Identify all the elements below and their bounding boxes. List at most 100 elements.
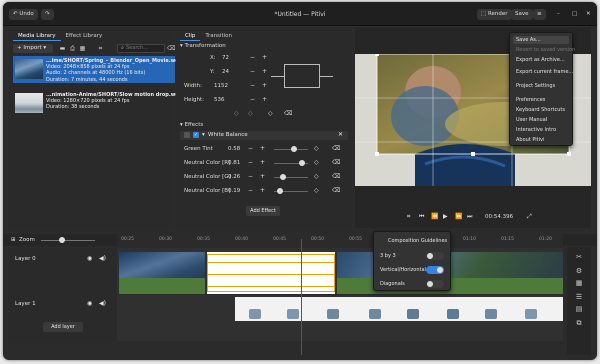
media-item[interactable]: ...nimation-Anime/SHORT/Slow motion drop… — [13, 90, 188, 117]
prop-width-value[interactable]: 1152 — [214, 83, 244, 89]
layer-name[interactable]: Layer 1 — [15, 301, 36, 307]
menu-item-export-frame[interactable]: Export current frame... — [516, 69, 573, 75]
effect-slider-knob[interactable] — [298, 160, 305, 166]
forward-icon[interactable]: ⏩ — [455, 213, 462, 220]
align-icon[interactable]: ▤ — [575, 305, 583, 313]
align-center-icon[interactable]: ◇ — [248, 110, 253, 117]
increment-width-icon[interactable]: + — [262, 82, 267, 89]
increment-icon[interactable]: + — [260, 159, 265, 166]
main-menu-button[interactable]: ≡ — [533, 9, 546, 20]
timecode[interactable]: 00:54.396 — [485, 214, 513, 220]
effect-slider-knob[interactable] — [279, 174, 286, 180]
decrement-icon[interactable]: − — [248, 187, 253, 194]
zoom-slider-knob[interactable] — [59, 237, 65, 243]
prop-y-value[interactable]: 24 — [222, 69, 252, 75]
increment-y-icon[interactable]: + — [262, 68, 267, 75]
volume-icon[interactable]: ◀) — [99, 255, 106, 262]
decrement-icon[interactable]: − — [248, 173, 253, 180]
menu-item-export-archive[interactable]: Export as Archive... — [516, 57, 565, 63]
settings-icon[interactable]: ⚙ — [575, 267, 583, 275]
media-item[interactable]: ...ime/SHORT/Spring_-_Blender_Open_Movie… — [13, 56, 187, 83]
save-button[interactable]: Save — [511, 9, 533, 20]
decrement-width-icon[interactable]: − — [250, 82, 255, 89]
skip-forward-icon[interactable]: ⏭ — [467, 213, 472, 221]
play-icon[interactable]: ▶ — [443, 213, 448, 220]
visibility-icon[interactable]: ◉ — [87, 255, 92, 262]
toggle-vertical-horizontal[interactable] — [426, 266, 444, 274]
reset-icon[interactable]: ⌫ — [332, 145, 340, 152]
increment-height-icon[interactable]: + — [262, 96, 267, 103]
view-grid-icon[interactable]: ▦ — [79, 45, 86, 52]
zoom-slider[interactable] — [41, 240, 95, 241]
menu-item-keyboard-shortcuts[interactable]: Keyboard Shortcuts — [516, 107, 565, 113]
tab-media-library[interactable]: Media Library — [13, 31, 61, 41]
volume-icon[interactable]: ◀) — [99, 300, 106, 307]
reset-icon[interactable]: ⌫ — [332, 159, 340, 166]
visibility-icon[interactable]: ◉ — [87, 300, 92, 307]
grid-icon[interactable]: ▦ — [575, 279, 583, 287]
effect-prop-value[interactable]: 0.81 — [228, 160, 240, 166]
clear-search-icon[interactable]: ⌫ — [167, 45, 175, 52]
guidelines-icon[interactable]: ⌗ — [407, 213, 410, 221]
timeline-ruler[interactable]: 00:2500:3000:3500:4000:4500:5000:5501:00… — [117, 234, 563, 246]
transformation-header[interactable]: ▾ Transformation — [180, 43, 226, 49]
undock-icon[interactable]: ⤢ — [527, 213, 532, 221]
list-icon[interactable]: ☰ — [575, 293, 583, 301]
minimize-button[interactable]: – — [553, 9, 564, 20]
prop-height-value[interactable]: 536 — [214, 97, 244, 103]
tab-transition[interactable]: Transition — [200, 31, 237, 41]
decrement-height-icon[interactable]: − — [250, 96, 255, 103]
drag-handle-icon[interactable] — [184, 132, 190, 138]
clip-icon[interactable]: ⎙ — [69, 45, 76, 52]
effect-prop-value[interactable]: 0.19 — [228, 188, 240, 194]
keyframe-icon[interactable]: ◇ — [314, 159, 319, 166]
menu-item-preferences[interactable]: Preferences — [516, 97, 545, 103]
video-clip[interactable] — [119, 252, 205, 294]
menu-item-save-as[interactable]: Save As... — [513, 36, 569, 44]
menu-item-about[interactable]: About Pitivi — [516, 137, 544, 143]
reset-icon[interactable]: ⌫ — [284, 110, 292, 117]
keyframe-icon[interactable]: ◇ — [314, 187, 319, 194]
increment-x-icon[interactable]: + — [262, 54, 267, 61]
add-effect-button[interactable]: Add Effect — [246, 206, 280, 216]
selected-clip[interactable] — [207, 252, 335, 294]
rewind-icon[interactable]: ⏪ — [431, 213, 438, 220]
view-list-icon[interactable]: ⌗ — [97, 45, 104, 52]
remove-icon[interactable]: ▬ — [59, 45, 66, 52]
increment-icon[interactable]: + — [260, 187, 265, 194]
effect-prop-value[interactable]: 0.58 — [228, 146, 240, 152]
keyframe-icon[interactable]: ◇ — [268, 110, 273, 117]
effect-slider-knob[interactable] — [277, 188, 284, 194]
increment-icon[interactable]: + — [260, 173, 265, 180]
menu-item-user-manual[interactable]: User Manual — [516, 117, 547, 123]
effect-row[interactable]: ✓ ▾ White Balance ✕ — [180, 131, 348, 140]
skip-back-icon[interactable]: ⏮ — [419, 213, 424, 221]
maximize-button[interactable]: □ — [568, 9, 581, 20]
menu-item-project-settings[interactable]: Project Settings — [516, 83, 555, 89]
split-icon[interactable]: ✂ — [575, 253, 583, 261]
video-clip[interactable] — [235, 297, 563, 321]
prop-x-value[interactable]: 72 — [222, 55, 252, 61]
decrement-y-icon[interactable]: − — [250, 68, 255, 75]
decrement-icon[interactable]: − — [248, 145, 253, 152]
close-button[interactable]: ✕ — [582, 9, 595, 20]
tab-effect-library[interactable]: Effect Library — [61, 31, 108, 41]
keyframe-icon[interactable]: ◇ — [314, 145, 319, 152]
transformation-preview[interactable] — [271, 64, 333, 88]
decrement-icon[interactable]: − — [248, 159, 253, 166]
add-layer-button[interactable]: Add layer — [43, 322, 83, 332]
reset-icon[interactable]: ⌫ — [332, 173, 340, 180]
menu-item-interactive-intro[interactable]: Interactive Intro — [516, 127, 556, 133]
tab-clip[interactable]: Clip — [180, 31, 201, 41]
toggle-diagonals[interactable] — [426, 280, 444, 288]
render-button[interactable]: ⬚ Render — [477, 9, 512, 20]
remove-effect-icon[interactable]: ✕ — [338, 131, 343, 138]
reset-icon[interactable]: ⌫ — [332, 187, 340, 194]
copy-icon[interactable]: ⧉ — [575, 319, 583, 327]
effects-header[interactable]: ▾ Effects — [180, 122, 203, 128]
decrement-x-icon[interactable]: − — [250, 54, 255, 61]
increment-icon[interactable]: + — [260, 145, 265, 152]
keyframe-icon[interactable]: ◇ — [314, 173, 319, 180]
import-button[interactable]: + Import ▾ — [13, 44, 53, 53]
align-left-icon[interactable]: ◇ — [234, 110, 239, 117]
